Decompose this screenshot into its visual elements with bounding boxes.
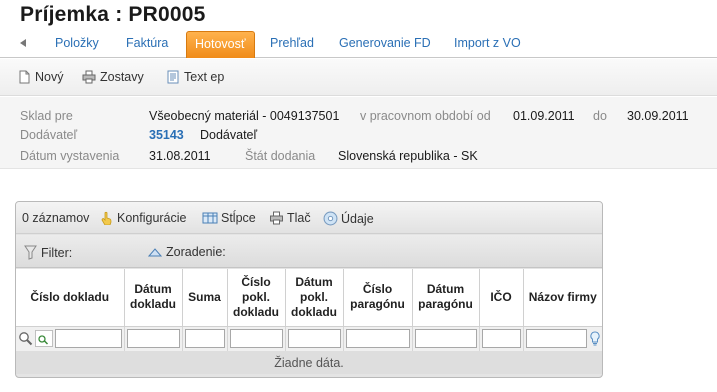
issue-date-label: Dátum vystavenia bbox=[20, 149, 120, 163]
results-table: Číslo dokladu Dátum dokladu Suma Číslo p… bbox=[16, 269, 602, 374]
filter-button[interactable]: Filter: bbox=[24, 245, 72, 260]
data-grid: 0 záznamov Konfigurácie Stĺpce Tlač Údaj… bbox=[15, 201, 603, 378]
period-to-label: do bbox=[593, 109, 607, 123]
column-header[interactable]: Suma bbox=[182, 269, 228, 327]
sort-triangle-icon bbox=[148, 248, 162, 257]
column-header[interactable]: Číslo paragónu bbox=[343, 269, 413, 327]
table-header-row: Číslo dokladu Dátum dokladu Suma Číslo p… bbox=[16, 269, 602, 327]
configuration-label: Konfigurácie bbox=[117, 211, 187, 225]
filter-input-cislo-pokl-dokladu[interactable] bbox=[229, 329, 283, 349]
reports-label: Zostavy bbox=[100, 70, 144, 84]
column-header[interactable]: Dátum paragónu bbox=[412, 269, 480, 327]
printer-icon bbox=[270, 211, 283, 225]
sort-button[interactable]: Zoradenie: bbox=[148, 245, 226, 259]
columns-icon bbox=[202, 212, 218, 224]
period-from: 01.09.2011 bbox=[513, 109, 575, 123]
issue-date-value: 31.08.2011 bbox=[149, 149, 211, 163]
supplier-code-link[interactable]: 35143 bbox=[149, 128, 184, 142]
clear-filter-icon[interactable] bbox=[35, 330, 53, 348]
country-label: Štát dodania bbox=[245, 149, 316, 163]
filter-cell bbox=[16, 326, 125, 351]
filter-label: Filter: bbox=[41, 245, 73, 260]
country-value: Slovenská republika - SK bbox=[338, 149, 478, 163]
data-label: Údaje bbox=[341, 211, 374, 226]
supplier-name: Dodávateľ bbox=[200, 128, 258, 142]
page-header: Príjemka : PR0005 Položky Faktúra Hotovo… bbox=[0, 0, 717, 58]
column-header[interactable]: Dátum dokladu bbox=[124, 269, 183, 327]
tab-import-z-vo[interactable]: Import z VO bbox=[454, 36, 521, 50]
toolbar: Nový Zostavy Text ep bbox=[0, 59, 717, 96]
data-disk-icon bbox=[323, 211, 338, 226]
warehouse-label: Sklad pre bbox=[20, 109, 73, 123]
column-header[interactable]: Číslo dokladu bbox=[16, 269, 125, 327]
filter-input-ico[interactable] bbox=[481, 329, 521, 349]
filter-cell bbox=[227, 326, 286, 351]
page-title: Príjemka : PR0005 bbox=[20, 3, 206, 26]
magnifier-icon[interactable] bbox=[18, 331, 33, 346]
printer-icon bbox=[82, 70, 96, 84]
filter-cell bbox=[479, 326, 524, 351]
empty-message: Žiadne dáta. bbox=[16, 351, 602, 374]
filter-input-nazov-firmy[interactable] bbox=[525, 329, 587, 349]
configuration-button[interactable]: Konfigurácie bbox=[100, 211, 187, 225]
back-arrow-icon[interactable] bbox=[20, 39, 26, 47]
document-info-panel: Sklad pre Všeobecný materiál - 004913750… bbox=[0, 97, 717, 169]
lightbulb-icon[interactable] bbox=[590, 331, 600, 346]
columns-label: Stĺpce bbox=[221, 211, 256, 225]
tab-hotovost[interactable]: Hotovosť bbox=[186, 31, 255, 58]
text-label: Text ep bbox=[184, 70, 225, 84]
reports-button[interactable]: Zostavy bbox=[82, 70, 144, 84]
column-header[interactable]: Číslo pokl. dokladu bbox=[227, 269, 286, 327]
warehouse-value: Všeobecný materiál - 0049137501 bbox=[149, 109, 340, 123]
filter-input-cislo-dokladu[interactable] bbox=[55, 329, 122, 349]
filter-cell bbox=[124, 326, 183, 351]
filter-input-datum-dokladu[interactable] bbox=[126, 329, 180, 349]
tab-prehlad[interactable]: Prehľad bbox=[270, 36, 314, 50]
text-doc-icon bbox=[167, 70, 179, 84]
tab-polozky[interactable]: Položky bbox=[55, 36, 99, 50]
filter-cell bbox=[285, 326, 344, 351]
filter-input-cislo-paragonu[interactable] bbox=[345, 329, 410, 349]
funnel-icon bbox=[24, 245, 37, 260]
tab-bar: Položky Faktúra Hotovosť Prehľad Generov… bbox=[0, 31, 717, 58]
empty-row: Žiadne dáta. bbox=[16, 351, 602, 374]
filter-input-datum-paragonu[interactable] bbox=[414, 329, 477, 349]
filter-input-suma[interactable] bbox=[184, 329, 225, 349]
record-count: 0 záznamov bbox=[22, 211, 90, 225]
grid-toolbar: 0 záznamov Konfigurácie Stĺpce Tlač Údaj… bbox=[16, 202, 602, 234]
hand-pointer-icon bbox=[101, 211, 112, 225]
column-header[interactable]: Dátum pokl. dokladu bbox=[285, 269, 344, 327]
period-to: 30.09.2011 bbox=[627, 109, 689, 123]
filter-cell bbox=[412, 326, 480, 351]
new-label: Nový bbox=[35, 70, 64, 84]
new-button[interactable]: Nový bbox=[17, 70, 63, 84]
filter-row bbox=[16, 326, 602, 351]
period-label: v pracovnom období od bbox=[360, 109, 491, 123]
filter-sort-bar: Filter: Zoradenie: bbox=[16, 235, 602, 268]
column-header[interactable]: Názov firmy bbox=[523, 269, 602, 327]
filter-input-datum-pokl-dokladu[interactable] bbox=[287, 329, 341, 349]
text-button[interactable]: Text ep bbox=[166, 70, 224, 84]
columns-button[interactable]: Stĺpce bbox=[202, 211, 256, 225]
supplier-label: Dodávateľ bbox=[20, 128, 78, 142]
tab-generovanie-fd[interactable]: Generovanie FD bbox=[339, 36, 431, 50]
data-button[interactable]: Údaje bbox=[323, 211, 374, 226]
filter-cell bbox=[343, 326, 413, 351]
filter-cell bbox=[182, 326, 228, 351]
sort-label: Zoradenie: bbox=[166, 245, 226, 259]
column-header[interactable]: IČO bbox=[479, 269, 524, 327]
tab-faktura[interactable]: Faktúra bbox=[126, 36, 168, 50]
print-button[interactable]: Tlač bbox=[269, 211, 311, 225]
print-label: Tlač bbox=[287, 211, 311, 225]
filter-cell bbox=[523, 326, 602, 351]
new-doc-icon bbox=[19, 70, 30, 84]
